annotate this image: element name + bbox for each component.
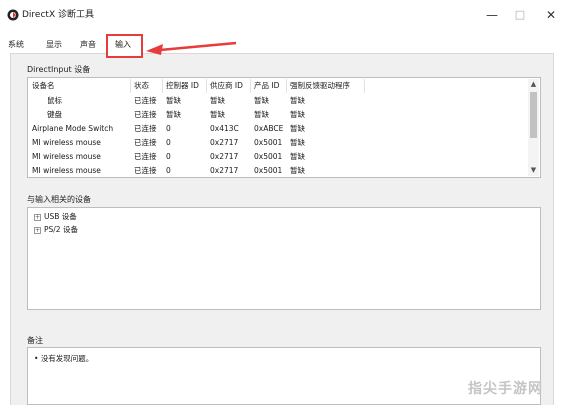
table-cell: Airplane Mode Switch [32, 124, 114, 133]
table-cell: 0xABCE [254, 124, 284, 133]
table-cell: 暂缺 [166, 110, 181, 119]
table-cell: 已连接 [134, 110, 157, 119]
table-cell: 0 [166, 166, 171, 175]
notes-group-label: 备注 [27, 336, 43, 345]
table-cell: 暂缺 [290, 152, 305, 161]
table-row[interactable]: 键盘 已连接 暂缺 暂缺 暂缺 暂缺 [29, 108, 526, 122]
note-text: 没有发现问题。 [40, 354, 94, 363]
close-button[interactable]: ✕ [538, 6, 564, 24]
watermark: 指尖手游网 [468, 381, 543, 397]
red-arrow-annotation-icon [146, 41, 237, 55]
tab-sound[interactable]: 声音 [80, 38, 96, 52]
table-cell: MI wireless mouse [32, 166, 101, 175]
tab-display[interactable]: 显示 [46, 38, 62, 52]
table-cell: MI wireless mouse [32, 138, 101, 147]
table-cell: MI wireless mouse [32, 152, 101, 161]
scroll-up-icon[interactable]: ▲ [528, 79, 539, 90]
table-cell: 暂缺 [210, 110, 225, 119]
column-header-vendor-id[interactable]: 供应商 ID [207, 79, 251, 93]
table-cell: 已连接 [134, 96, 157, 105]
column-header-force-feedback[interactable]: 强制反馈驱动程序 [287, 79, 365, 93]
table-row[interactable]: 鼠标 已连接 暂缺 暂缺 暂缺 暂缺 [29, 94, 526, 108]
directinput-table: 设备名 状态 控制器 ID 供应商 ID 产品 ID 强制反馈驱动程序 鼠标已连… [27, 77, 541, 178]
window-title: DirectX 诊断工具 [22, 10, 94, 20]
table-cell: 键盘 [47, 110, 62, 119]
table-cell: 暂缺 [290, 166, 305, 175]
column-header-status[interactable]: 状态 [131, 79, 163, 93]
directinput-group-label: DirectInput 设备 [27, 65, 91, 74]
table-row[interactable]: MI wireless mouse 已连接 0 0x2717 0x5001 暂缺 [29, 164, 526, 178]
column-header-product-id[interactable]: 产品 ID [251, 79, 287, 93]
tree-item-usb[interactable]: + USB 设备 [34, 211, 77, 223]
table-row[interactable]: Airplane Mode Switch 已连接 0 0x413C 0xABCE 暂缺 [29, 122, 526, 136]
table-cell: 暂缺 [290, 138, 305, 147]
table-cell: 0 [166, 138, 171, 147]
table-cell: 0x5001 [254, 152, 283, 161]
table-header: 设备名 状态 控制器 ID 供应商 ID 产品 ID 强制反馈驱动程序 [29, 79, 526, 93]
table-cell: 暂缺 [290, 110, 305, 119]
minimize-button[interactable]: — [479, 6, 505, 24]
note-line: • 没有发现问题。 [34, 354, 94, 363]
tab-input-highlight[interactable]: 输入 [106, 34, 143, 58]
table-cell: 0x413C [210, 124, 239, 133]
table-cell: 已连接 [134, 166, 157, 175]
table-cell: 暂缺 [254, 110, 269, 119]
table-cell: 已连接 [134, 138, 157, 147]
table-cell: 0x5001 [254, 138, 283, 147]
related-devices-tree: + USB 设备 + PS/2 设备 [27, 207, 541, 310]
scroll-thumb[interactable] [530, 92, 537, 138]
table-cell: 0x2717 [210, 138, 239, 147]
table-row[interactable]: MI wireless mouse 已连接 0 0x2717 0x5001 暂缺 [29, 136, 526, 150]
title-bar: DirectX 诊断工具 — □ ✕ [0, 0, 569, 30]
table-cell: 暂缺 [210, 96, 225, 105]
tab-input[interactable]: 输入 [115, 39, 131, 51]
table-cell: 0x5001 [254, 166, 283, 175]
table-cell: 暂缺 [254, 96, 269, 105]
column-header-controller-id[interactable]: 控制器 ID [163, 79, 207, 93]
table-cell: 已连接 [134, 152, 157, 161]
related-group-label: 与输入相关的设备 [27, 195, 91, 204]
tree-item-label: PS/2 设备 [44, 225, 78, 234]
table-cell: 0 [166, 124, 171, 133]
maximize-button[interactable]: □ [507, 6, 533, 24]
table-cell: 0x2717 [210, 166, 239, 175]
directx-app-icon [7, 9, 19, 21]
expand-icon[interactable]: + [34, 226, 41, 234]
table-row[interactable]: MI wireless mouse 已连接 0 0x2717 0x5001 暂缺 [29, 150, 526, 164]
table-cell: 鼠标 [47, 96, 62, 105]
table-cell: 0 [166, 152, 171, 161]
table-cell: 暂缺 [290, 96, 305, 105]
notes-box: • 没有发现问题。 [27, 347, 541, 405]
table-cell: 暂缺 [166, 96, 181, 105]
column-header-device[interactable]: 设备名 [29, 79, 131, 93]
table-scrollbar[interactable]: ▲ ▼ [528, 79, 539, 176]
expand-icon[interactable]: + [34, 213, 41, 221]
tab-system[interactable]: 系统 [8, 38, 24, 52]
table-cell: 暂缺 [290, 124, 305, 133]
tab-strip: 系统 显示 声音 [0, 30, 569, 53]
table-cell: 已连接 [134, 124, 157, 133]
tree-item-label: USB 设备 [44, 212, 77, 221]
tree-item-ps2[interactable]: + PS/2 设备 [34, 224, 78, 236]
table-cell: 0x2717 [210, 152, 239, 161]
scroll-down-icon[interactable]: ▼ [528, 165, 539, 176]
